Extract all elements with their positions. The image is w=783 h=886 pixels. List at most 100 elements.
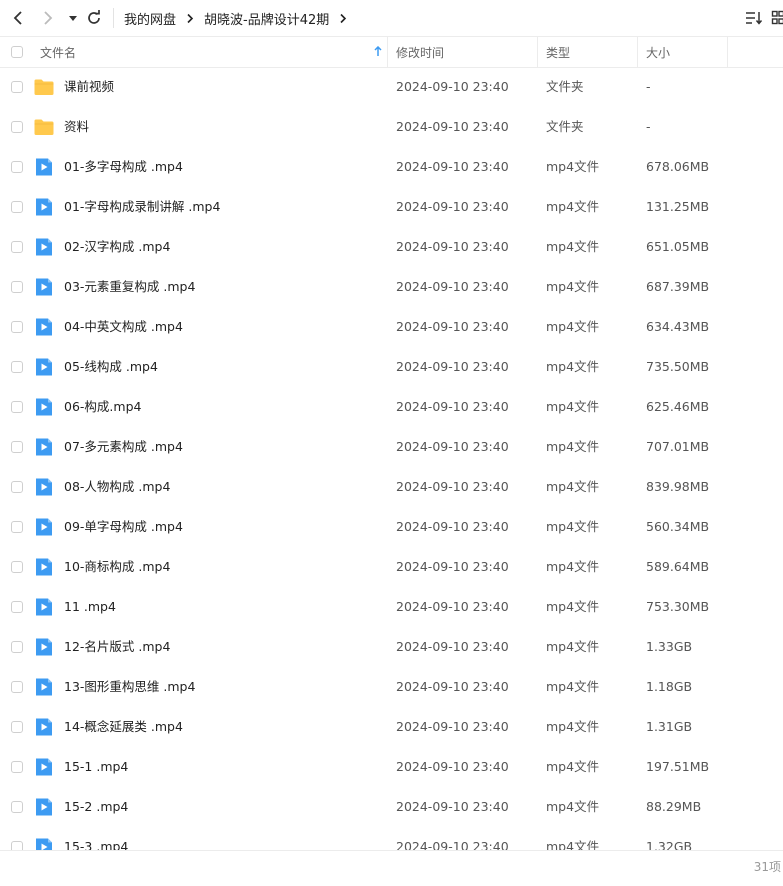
video-file-icon (34, 158, 54, 176)
file-name[interactable]: 06-构成.mp4 (64, 387, 141, 427)
file-name[interactable]: 09-单字母构成 .mp4 (64, 507, 183, 547)
file-row[interactable]: 11 .mp4 2024-09-10 23:40 mp4文件 753.30MB (0, 587, 783, 627)
file-modified: 2024-09-10 23:40 (396, 199, 509, 214)
column-modified-label: 修改时间 (396, 45, 445, 60)
file-name[interactable]: 07-多元素构成 .mp4 (64, 427, 183, 467)
file-row[interactable]: 01-字母构成录制讲解 .mp4 2024-09-10 23:40 mp4文件 131… (0, 187, 783, 227)
file-row[interactable]: 03-元素重复构成 .mp4 2024-09-10 23:40 mp4文件 687.3… (0, 267, 783, 307)
file-row[interactable]: 05-线构成 .mp4 2024-09-10 23:40 mp4文件 735.50MB (0, 347, 783, 387)
file-row[interactable]: 14-概念延展类 .mp4 2024-09-10 23:40 mp4文件 1.31GB (0, 707, 783, 747)
file-row[interactable]: 15-3 .mp4 2024-09-10 23:40 mp4文件 1.32GB (0, 827, 783, 850)
file-modified: 2024-09-10 23:40 (396, 439, 509, 454)
file-name[interactable]: 15-3 .mp4 (64, 827, 128, 850)
row-checkbox[interactable] (11, 601, 23, 613)
video-file-icon (34, 598, 54, 616)
file-row[interactable]: 02-汉字构成 .mp4 2024-09-10 23:40 mp4文件 651.05M… (0, 227, 783, 267)
row-checkbox[interactable] (11, 201, 23, 213)
video-file-icon (34, 758, 54, 776)
row-checkbox[interactable] (11, 401, 23, 413)
column-divider (637, 37, 638, 67)
file-row[interactable]: 07-多元素构成 .mp4 2024-09-10 23:40 mp4文件 707.01… (0, 427, 783, 467)
column-name[interactable]: 文件名 (40, 37, 386, 67)
row-checkbox[interactable] (11, 121, 23, 133)
file-name[interactable]: 05-线构成 .mp4 (64, 347, 158, 387)
column-type-label: 类型 (546, 45, 571, 60)
file-name[interactable]: 01-字母构成录制讲解 .mp4 (64, 187, 220, 227)
file-row[interactable]: 06-构成.mp4 2024-09-10 23:40 mp4文件 625.46MB (0, 387, 783, 427)
breadcrumb-item-folder[interactable]: 胡晓波-品牌设计42期 (204, 9, 329, 28)
toolbar: 我的网盘 胡晓波-品牌设计42期 (0, 0, 783, 36)
file-name[interactable]: 10-商标构成 .mp4 (64, 547, 170, 587)
file-size: 707.01MB (646, 439, 710, 454)
sort-button[interactable] (744, 8, 764, 28)
forward-button[interactable] (36, 6, 60, 30)
file-row[interactable]: 09-单字母构成 .mp4 2024-09-10 23:40 mp4文件 560.34… (0, 507, 783, 547)
row-checkbox[interactable] (11, 361, 23, 373)
row-checkbox[interactable] (11, 801, 23, 813)
file-name[interactable]: 08-人物构成 .mp4 (64, 467, 170, 507)
file-type: mp4文件 (546, 639, 600, 654)
row-checkbox[interactable] (11, 161, 23, 173)
column-modified[interactable]: 修改时间 (396, 37, 444, 67)
video-file-icon (34, 318, 54, 336)
file-name[interactable]: 01-多字母构成 .mp4 (64, 147, 183, 187)
file-name[interactable]: 15-2 .mp4 (64, 787, 128, 827)
video-file-icon (34, 638, 54, 656)
file-size: - (646, 79, 651, 94)
folder-row[interactable]: 课前视频 2024-09-10 23:40 文件夹 - (0, 67, 783, 107)
row-checkbox[interactable] (11, 441, 23, 453)
file-name[interactable]: 14-概念延展类 .mp4 (64, 707, 183, 747)
folder-icon (34, 118, 54, 136)
file-size: 735.50MB (646, 359, 710, 374)
file-name[interactable]: 15-1 .mp4 (64, 747, 128, 787)
file-name[interactable]: 03-元素重复构成 .mp4 (64, 267, 195, 307)
file-row[interactable]: 08-人物构成 .mp4 2024-09-10 23:40 mp4文件 839.98M… (0, 467, 783, 507)
column-type[interactable]: 类型 (546, 37, 570, 67)
row-checkbox[interactable] (11, 521, 23, 533)
select-all-checkbox[interactable] (11, 37, 23, 67)
file-row[interactable]: 12-名片版式 .mp4 2024-09-10 23:40 mp4文件 1.33GB (0, 627, 783, 667)
row-checkbox[interactable] (11, 841, 23, 850)
column-header: 文件名 修改时间 类型 大小 (0, 36, 783, 68)
file-modified: 2024-09-10 23:40 (396, 239, 509, 254)
file-row[interactable]: 15-2 .mp4 2024-09-10 23:40 mp4文件 88.29MB (0, 787, 783, 827)
refresh-button[interactable] (82, 6, 106, 30)
row-checkbox[interactable] (11, 81, 23, 93)
file-modified: 2024-09-10 23:40 (396, 599, 509, 614)
file-name[interactable]: 13-图形重构思维 .mp4 (64, 667, 195, 707)
file-size: 589.64MB (646, 559, 710, 574)
file-type: mp4文件 (546, 719, 600, 734)
video-file-icon (34, 518, 54, 536)
view-mode-button[interactable] (768, 8, 783, 28)
file-size: 88.29MB (646, 799, 702, 814)
file-row[interactable]: 13-图形重构思维 .mp4 2024-09-10 23:40 mp4文件 1.18G… (0, 667, 783, 707)
file-row[interactable]: 15-1 .mp4 2024-09-10 23:40 mp4文件 197.51MB (0, 747, 783, 787)
file-modified: 2024-09-10 23:40 (396, 559, 509, 574)
file-modified: 2024-09-10 23:40 (396, 479, 509, 494)
file-name[interactable]: 11 .mp4 (64, 587, 116, 627)
row-checkbox[interactable] (11, 241, 23, 253)
row-checkbox[interactable] (11, 641, 23, 653)
row-checkbox[interactable] (11, 681, 23, 693)
back-button[interactable] (6, 6, 30, 30)
row-checkbox[interactable] (11, 761, 23, 773)
breadcrumb-separator-icon (186, 13, 194, 24)
file-name[interactable]: 02-汉字构成 .mp4 (64, 227, 170, 267)
file-name[interactable]: 课前视频 (64, 67, 114, 107)
row-checkbox[interactable] (11, 561, 23, 573)
file-name[interactable]: 资料 (64, 107, 89, 147)
file-name[interactable]: 12-名片版式 .mp4 (64, 627, 170, 667)
row-checkbox[interactable] (11, 321, 23, 333)
row-checkbox[interactable] (11, 721, 23, 733)
file-row[interactable]: 10-商标构成 .mp4 2024-09-10 23:40 mp4文件 589.64M… (0, 547, 783, 587)
column-size[interactable]: 大小 (646, 37, 670, 67)
file-row[interactable]: 04-中英文构成 .mp4 2024-09-10 23:40 mp4文件 634.43… (0, 307, 783, 347)
breadcrumb-item-root[interactable]: 我的网盘 (124, 9, 176, 28)
file-name[interactable]: 04-中英文构成 .mp4 (64, 307, 183, 347)
file-row[interactable]: 01-多字母构成 .mp4 2024-09-10 23:40 mp4文件 678.06… (0, 147, 783, 187)
file-size: 625.46MB (646, 399, 710, 414)
row-checkbox[interactable] (11, 481, 23, 493)
row-checkbox[interactable] (11, 281, 23, 293)
folder-row[interactable]: 资料 2024-09-10 23:40 文件夹 - (0, 107, 783, 147)
file-size: 651.05MB (646, 239, 710, 254)
